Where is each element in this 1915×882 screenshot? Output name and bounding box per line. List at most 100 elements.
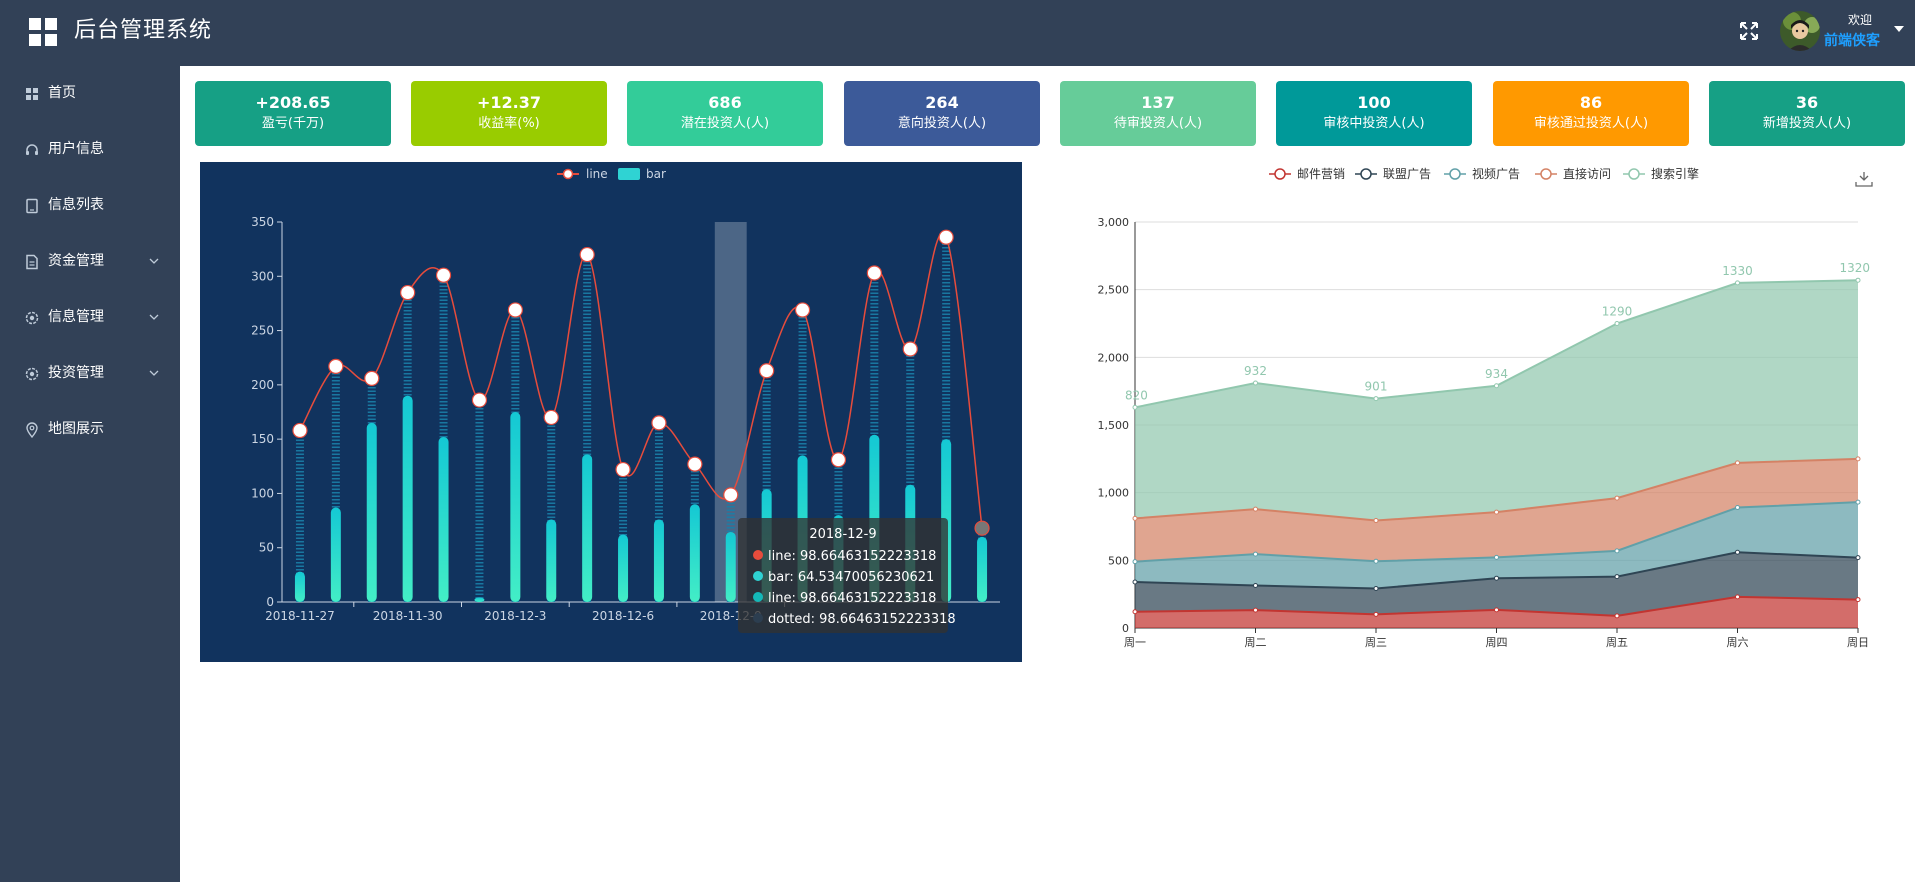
line-point (687, 456, 703, 472)
data-label: 1290 (1602, 305, 1633, 319)
bar (725, 531, 736, 602)
line-point (292, 422, 308, 439)
y-tick-label: 0 (1122, 622, 1129, 635)
stat-label: 审核通过投资人(人) (1533, 116, 1649, 131)
bar (653, 519, 664, 602)
sidebar-item-label: 资金管理 (48, 253, 104, 269)
y-tick-label: 350 (251, 215, 274, 229)
x-tick-label: 周一 (1124, 636, 1146, 649)
sidebar-item-label: 投资管理 (48, 365, 104, 381)
series-point (1855, 597, 1861, 603)
stat-card-intended-investors[interactable]: 264 意向投资人(人) (844, 81, 1040, 146)
legend-label: bar (646, 167, 666, 181)
bar (330, 507, 341, 602)
legend-label: 联盟广告 (1383, 167, 1431, 181)
line-point (866, 265, 882, 281)
x-tick-label: 周日 (1847, 636, 1869, 649)
y-tick-label: 2,000 (1098, 351, 1130, 364)
line-point (723, 487, 739, 503)
sidebar-item-fund-management[interactable]: 资金管理 (0, 234, 180, 290)
bar (582, 454, 593, 602)
y-tick-label: 150 (251, 432, 274, 446)
line-point (471, 392, 488, 408)
series-point (1132, 609, 1138, 615)
sidebar-item-home[interactable]: 首页 (0, 66, 180, 122)
tablet-icon (26, 198, 38, 214)
sidebar-item-investment-management[interactable]: 投资管理 (0, 346, 180, 402)
stat-card-yield[interactable]: +12.37 收益率(%) (411, 81, 607, 146)
stat-label: 新增投资人(人) (1762, 116, 1852, 131)
sidebar-item-info-list[interactable]: 信息列表 (0, 178, 180, 234)
tooltip-marker (753, 550, 763, 560)
bar (438, 436, 449, 602)
line-point (830, 452, 847, 468)
caret-down-icon[interactable] (1894, 26, 1904, 32)
avatar[interactable] (1780, 11, 1820, 51)
line-point (759, 363, 775, 379)
series-point (1855, 277, 1861, 283)
data-label: 820 (1125, 388, 1148, 402)
line-point (938, 229, 954, 245)
sidebar-item-map-display[interactable]: 地图展示 (0, 402, 180, 458)
series-point (1373, 558, 1379, 564)
chart-legend: 邮件营销 联盟广告 视频广告 直接访问 搜索引擎 (1269, 166, 1699, 181)
line-point (651, 415, 667, 431)
tooltip-marker (753, 592, 763, 602)
stat-card-pending-review[interactable]: 137 待审投资人(人) (1060, 81, 1256, 146)
legend-label: 视频广告 (1472, 166, 1520, 181)
line-point (507, 302, 523, 318)
bar (402, 395, 413, 602)
stat-card-profit-loss[interactable]: +208.65 盈亏(千万) (195, 81, 391, 146)
stat-card-new-investors[interactable]: 36 新增投资人(人) (1709, 81, 1905, 146)
stat-card-under-review[interactable]: 100 审核中投资人(人) (1276, 81, 1472, 146)
data-label: 932 (1244, 364, 1267, 378)
sidebar-item-label: 用户信息 (48, 141, 104, 157)
chart-tooltip: 2018-12-9 line: 98.66463152223318 bar: 64.… (738, 518, 956, 633)
y-tick-label: 250 (251, 324, 274, 338)
legend-swatch-marker (1540, 168, 1552, 180)
stat-value: +208.65 (255, 93, 331, 112)
legend-swatch-marker (1274, 168, 1286, 180)
stat-value: 686 (708, 93, 742, 112)
line-point (400, 284, 416, 301)
apps-grid-icon[interactable] (28, 17, 58, 47)
data-label: 1330 (1722, 264, 1753, 278)
y-tick-label: 200 (251, 378, 274, 392)
chevron-down-icon (149, 370, 159, 376)
stat-card-potential-investors[interactable]: 686 潜在投资人(人) (627, 81, 823, 146)
series-point (1735, 505, 1740, 511)
series-point (1735, 549, 1740, 555)
series-point (1855, 456, 1861, 462)
y-tick-label: 2,500 (1098, 284, 1130, 297)
x-tick-label: 周六 (1727, 636, 1749, 649)
x-tick-label: 2018-11-30 (373, 609, 443, 623)
bar (510, 412, 521, 602)
legend-swatch-marker (1628, 168, 1640, 180)
series-point (1373, 518, 1379, 524)
stat-label: 盈亏(千万) (261, 116, 325, 131)
sidebar-item-info-management[interactable]: 信息管理 (0, 290, 180, 346)
fullscreen-icon[interactable] (1738, 20, 1760, 42)
stat-card-approved[interactable]: 86 审核通过投资人(人) (1493, 81, 1689, 146)
tooltip-row: bar: 64.53470056230621 (768, 570, 934, 585)
download-icon[interactable] (1855, 172, 1873, 187)
legend-label: 直接访问 (1563, 166, 1611, 181)
sidebar-item-user-info[interactable]: 用户信息 (0, 122, 180, 178)
sidebar-item-label: 地图展示 (48, 421, 104, 437)
location-pin-icon (26, 422, 38, 438)
y-tick-label: 500 (1108, 554, 1129, 567)
x-tick-label: 周五 (1606, 636, 1628, 649)
bar (977, 536, 988, 602)
username[interactable]: 前端侠客 (1824, 32, 1880, 50)
series-point (1614, 495, 1620, 501)
x-tick-label: 2018-12-6 (592, 609, 654, 623)
download-icon-glyph (1855, 172, 1873, 187)
y-tick-label: 0 (266, 595, 274, 609)
x-tick-label: 周四 (1486, 636, 1508, 649)
line-bar-chart-panel: line bar 0 50 100 150 200 250 300 350 2018-11-27 20… (200, 162, 1022, 662)
series-point (1614, 574, 1620, 580)
series-point (1253, 380, 1258, 386)
document-icon (26, 254, 38, 270)
stat-value: 86 (1579, 93, 1603, 112)
series-point (1855, 555, 1861, 561)
